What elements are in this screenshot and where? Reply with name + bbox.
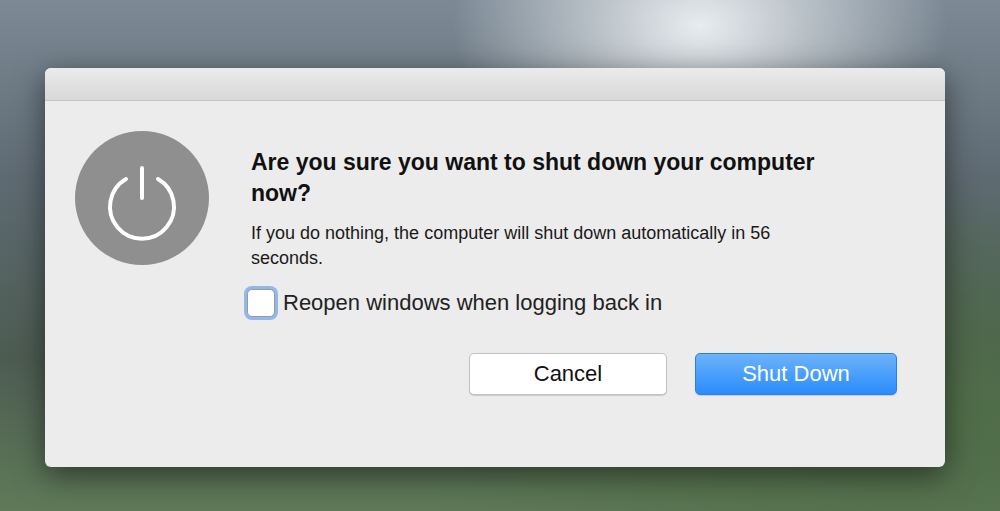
dialog-title: Are you sure you want to shut down your … xyxy=(251,147,851,209)
cancel-button[interactable]: Cancel xyxy=(469,353,667,395)
dialog-message: If you do nothing, the computer will shu… xyxy=(251,221,796,271)
title-bar xyxy=(45,68,945,101)
reopen-windows-checkbox[interactable]: Reopen windows when logging back in xyxy=(247,289,915,317)
shut-down-button[interactable]: Shut Down xyxy=(695,353,897,395)
shutdown-dialog: Are you sure you want to shut down your … xyxy=(45,68,945,467)
desktop-background: Are you sure you want to shut down your … xyxy=(0,0,1000,511)
checkbox-box[interactable] xyxy=(247,289,275,317)
button-row: Cancel Shut Down xyxy=(251,353,897,395)
power-icon xyxy=(75,131,209,265)
checkbox-label: Reopen windows when logging back in xyxy=(283,290,662,316)
